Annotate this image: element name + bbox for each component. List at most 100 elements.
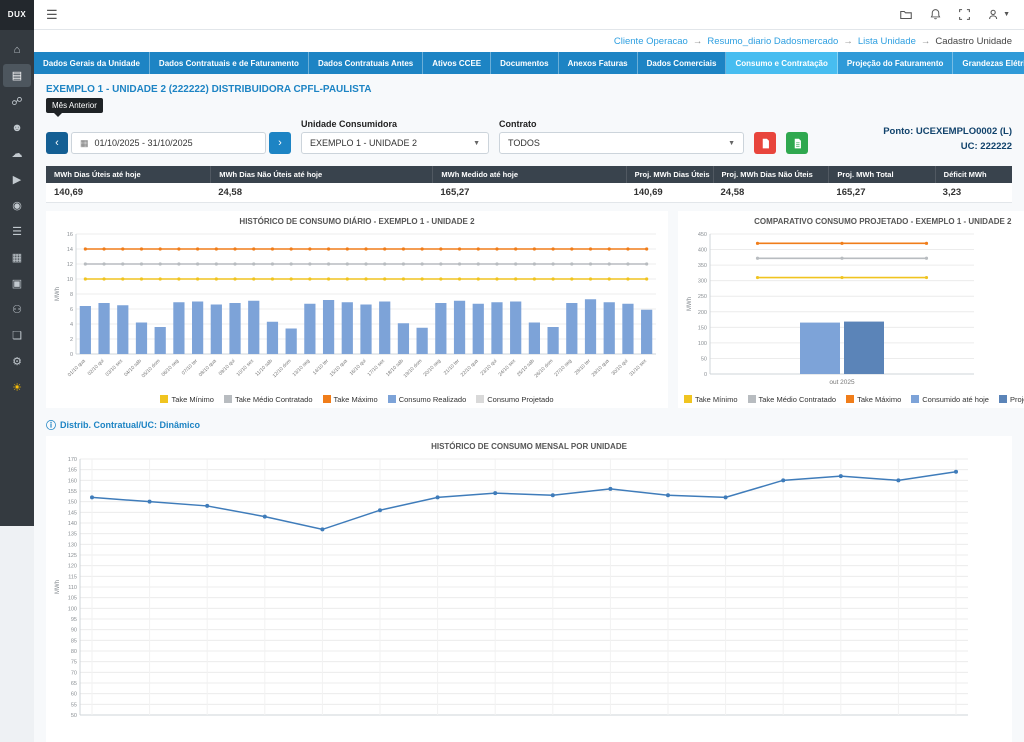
tab-dados-contratuais-e-de-faturamento[interactable]: Dados Contratuais e de Faturamento [150, 52, 309, 74]
unidade-consumidora-select[interactable]: EXEMPLO 1 - UNIDADE 2 ▼ [301, 132, 489, 154]
legend-item-take-m-nimo[interactable]: Take Mínimo [684, 395, 738, 404]
folder-icon[interactable] [899, 8, 913, 22]
play-icon[interactable]: ▶ [3, 168, 31, 191]
sidebar: ⌂ ▤ ☍ ☻ ☁ ▶ ◉ ☰ ▦ ▣ ⚇ ❏ ⚙ ☀ [0, 30, 34, 526]
svg-text:2: 2 [70, 337, 73, 343]
sitemap-icon[interactable]: ☍ [3, 90, 31, 113]
daily-consumption-chart: 0246810121416MWh01/10 qua02/10 qui03/10 … [52, 228, 662, 393]
notifications-bell-icon[interactable] [929, 8, 942, 21]
user-menu-icon[interactable]: ▼ [987, 8, 1010, 22]
id-card-icon[interactable]: ⚇ [3, 298, 31, 321]
distrib-note-text: Distrib. Contratual/UC: Dinâmico [60, 420, 200, 430]
svg-text:out 2025: out 2025 [829, 379, 855, 386]
svg-text:27/10 seg: 27/10 seg [553, 358, 573, 378]
contrato-select[interactable]: TODOS ▼ [499, 132, 744, 154]
lightbulb-icon[interactable]: ☀ [3, 376, 31, 399]
svg-text:80: 80 [71, 649, 77, 655]
tab-ativos-ccee[interactable]: Ativos CCEE [423, 52, 491, 74]
svg-text:70: 70 [71, 670, 77, 676]
tab-proje-o-do-faturamento[interactable]: Projeção do Faturamento [838, 52, 953, 74]
legend-item-consumo-realizado[interactable]: Consumo Realizado [388, 395, 467, 404]
svg-text:100: 100 [68, 606, 77, 612]
prev-month-button[interactable]: ‹ [46, 132, 68, 154]
settings-gear-icon[interactable]: ⚙ [3, 350, 31, 373]
legend-item-consumido-at-hoje[interactable]: Consumido até hoje [911, 395, 989, 404]
user-icon[interactable]: ☻ [3, 116, 31, 139]
svg-text:140: 140 [68, 521, 77, 527]
date-range-input[interactable]: ▦ 01/10/2025 - 31/10/2025 [71, 132, 266, 154]
tab-grandezas-el-tricas[interactable]: Grandezas Elétricas [953, 52, 1024, 74]
fullscreen-icon[interactable] [958, 8, 971, 21]
stat-label: Proj. MWh Total [828, 166, 934, 183]
tab-documentos[interactable]: Documentos [491, 52, 558, 74]
cloud-icon[interactable]: ☁ [3, 142, 31, 165]
legend-item-take-m-ximo[interactable]: Take Máximo [323, 395, 378, 404]
svg-text:02/10 qui: 02/10 qui [87, 358, 106, 377]
svg-text:17/10 sex: 17/10 sex [367, 358, 387, 378]
tab-dados-gerais-da-unidade[interactable]: Dados Gerais da Unidade [34, 52, 150, 74]
date-range-value: 01/10/2025 - 31/10/2025 [95, 138, 193, 148]
svg-text:31/10 sex: 31/10 sex [628, 358, 648, 378]
projected-comparison-panel: COMPARATIVO CONSUMO PROJETADO - EXEMPLO … [678, 211, 1024, 408]
legend-item-projetado-para-o-m-s[interactable]: Projetado para o mês [999, 395, 1024, 404]
list-icon[interactable]: ☰ [3, 220, 31, 243]
breadcrumb-item[interactable]: Cliente Operacao [614, 36, 688, 47]
export-pdf-button[interactable] [754, 132, 776, 154]
calendar-icon[interactable]: ▣ [3, 272, 31, 295]
svg-text:160: 160 [68, 478, 77, 484]
tab-consumo-e-contrata-o[interactable]: Consumo e Contratação [726, 52, 837, 74]
svg-text:21/10 ter: 21/10 ter [443, 358, 461, 376]
legend-swatch [911, 395, 919, 403]
svg-text:07/10 ter: 07/10 ter [181, 358, 199, 376]
unidade-selected-value: EXEMPLO 1 - UNIDADE 2 [310, 138, 417, 148]
ponto-value: UCEXEMPLO0002 (L) [916, 126, 1012, 137]
info-icon: ⓘ [46, 417, 56, 432]
legend-item-consumo-projetado[interactable]: Consumo Projetado [476, 395, 553, 404]
legend-swatch [748, 395, 756, 403]
ponto-uc-info: Ponto: UCEXEMPLO0002 (L) UC: 222222 [883, 124, 1012, 154]
documents-icon[interactable]: ▤ [3, 64, 31, 87]
uc-label: UC: [961, 141, 978, 152]
chart-title: COMPARATIVO CONSUMO PROJETADO - EXEMPLO … [684, 217, 1024, 226]
prev-month-tooltip: Mês Anterior [46, 98, 103, 113]
calendar-icon: ▦ [80, 138, 89, 149]
table-icon[interactable]: ▦ [3, 246, 31, 269]
breadcrumb-separator: → [921, 36, 931, 47]
svg-text:06/10 seg: 06/10 seg [161, 358, 181, 378]
svg-text:22/10 qua: 22/10 qua [460, 358, 480, 378]
page-content: EXEMPLO 1 - UNIDADE 2 (222222) DISTRIBUI… [34, 74, 1024, 742]
breadcrumb-separator: → [693, 36, 703, 47]
legend-item-take-m-dio-contratado[interactable]: Take Médio Contratado [224, 395, 313, 404]
breadcrumb: Cliente Operacao → Resumo_diario Dadosmerc… [34, 30, 1024, 52]
breadcrumb-item[interactable]: Lista Unidade [858, 36, 916, 47]
svg-text:55: 55 [71, 702, 77, 708]
svg-text:95: 95 [71, 617, 77, 623]
contrato-field: Contrato TODOS ▼ [499, 119, 744, 154]
charts-row: HISTÓRICO DE CONSUMO DIÁRIO - EXEMPLO 1 … [46, 211, 1012, 408]
svg-text:MWh: MWh [55, 580, 61, 594]
main-area: Cliente Operacao → Resumo_diario Dadosmerc… [34, 30, 1024, 742]
tab-anexos-faturas[interactable]: Anexos Faturas [559, 52, 638, 74]
legend-item-take-m-ximo[interactable]: Take Máximo [846, 395, 901, 404]
legend-item-take-m-dio-contratado[interactable]: Take Médio Contratado [748, 395, 837, 404]
next-month-button[interactable]: › [269, 132, 291, 154]
monthly-history-panel: HISTÓRICO DE CONSUMO MENSAL POR UNIDADE … [46, 436, 1012, 742]
home-icon[interactable]: ⌂ [3, 38, 31, 61]
stat-label: MWh Dias Úteis até hoje [46, 166, 210, 183]
breadcrumb-item[interactable]: Resumo_diario Dadosmercado [707, 36, 838, 47]
svg-text:12: 12 [67, 262, 73, 268]
book-icon[interactable]: ❏ [3, 324, 31, 347]
svg-text:26/10 dom: 26/10 dom [534, 358, 555, 379]
svg-text:150: 150 [68, 500, 77, 506]
chevron-down-icon: ▼ [473, 140, 480, 147]
tab-dados-comerciais[interactable]: Dados Comerciais [638, 52, 727, 74]
monthly-history-chart: 5055606570758085909510010511011512012513… [52, 453, 1006, 738]
tab-dados-contratuais-antes[interactable]: Dados Contratuais Antes [309, 52, 423, 74]
app-logo[interactable]: DUX [0, 0, 34, 30]
legend-item-take-m-nimo[interactable]: Take Mínimo [160, 395, 214, 404]
export-excel-button[interactable] [786, 132, 808, 154]
svg-text:120: 120 [68, 564, 77, 570]
stat-value: 24,58 [713, 183, 829, 203]
menu-toggle-icon[interactable]: ☰ [46, 7, 58, 23]
records-icon[interactable]: ◉ [3, 194, 31, 217]
